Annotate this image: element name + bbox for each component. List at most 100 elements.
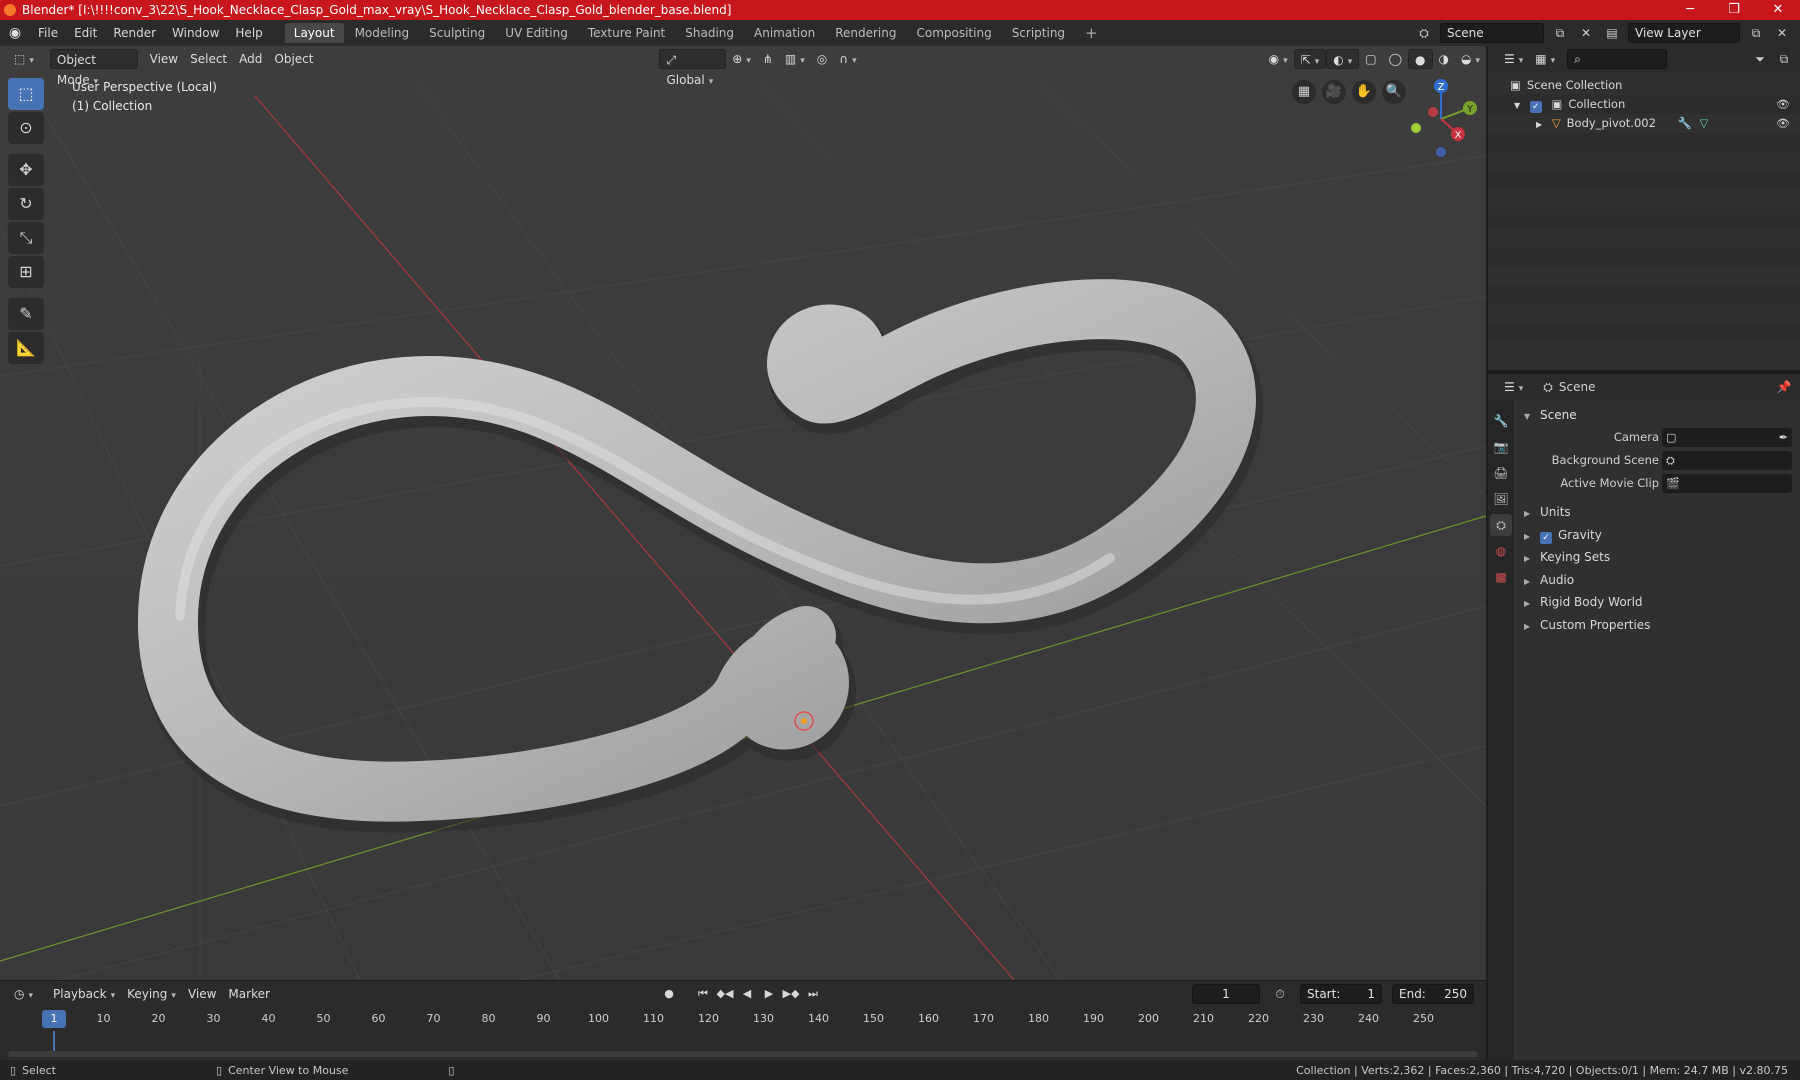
- scene-browse-icon[interactable]: ⛭: [1414, 23, 1434, 43]
- prev-keyframe-icon[interactable]: ◆◀: [716, 984, 734, 1004]
- rigid-body-world-panel[interactable]: ▶ Rigid Body World: [1518, 591, 1796, 614]
- navigation-gizmo[interactable]: Z Y X: [1396, 74, 1486, 164]
- menu-timeline-view[interactable]: View: [182, 984, 222, 1004]
- next-keyframe-icon[interactable]: ▶◆: [782, 984, 800, 1004]
- menu-select[interactable]: Select: [184, 49, 233, 69]
- record-icon[interactable]: ●: [660, 984, 678, 1004]
- jump-end-icon[interactable]: ⏭: [804, 984, 822, 1004]
- tab-texture-paint[interactable]: Texture Paint: [579, 23, 674, 43]
- audio-panel[interactable]: ▶ Audio: [1518, 569, 1796, 592]
- minimize-button[interactable]: ─: [1668, 0, 1712, 20]
- rotate-tool-icon[interactable]: ↻: [8, 188, 44, 220]
- background-scene-field[interactable]: ⛭: [1662, 451, 1792, 470]
- menu-object[interactable]: Object: [268, 49, 319, 69]
- outliner-row-object[interactable]: ▶ ▽ Body_pivot.002 🔧 ▽ 👁: [1488, 114, 1800, 133]
- wireframe-shading-icon[interactable]: ◯: [1383, 49, 1408, 69]
- editor-type-icon[interactable]: ⬚ ▾: [8, 49, 40, 69]
- tab-shading[interactable]: Shading: [676, 23, 743, 43]
- outliner-editor-type-icon[interactable]: ☰ ▾: [1498, 49, 1529, 69]
- transform-tool-icon[interactable]: ⊞: [8, 256, 44, 288]
- modifier-wrench-icon[interactable]: 🔧: [1678, 116, 1692, 130]
- tab-uv-editing[interactable]: UV Editing: [496, 23, 577, 43]
- pin-icon[interactable]: 📌: [1774, 377, 1794, 397]
- select-box-tool-icon[interactable]: ⬚: [8, 78, 44, 110]
- menu-marker[interactable]: Marker: [222, 984, 275, 1004]
- current-frame-indicator[interactable]: 1: [42, 1010, 66, 1028]
- camera-field[interactable]: ▢ ✒: [1662, 428, 1792, 447]
- gizmo-neg-z-icon[interactable]: [1436, 147, 1446, 157]
- jump-start-icon[interactable]: ⏮: [694, 984, 712, 1004]
- timeline-scrollbar[interactable]: [8, 1051, 1478, 1057]
- add-workspace-icon[interactable]: +: [1076, 21, 1107, 45]
- timeline-ruler[interactable]: 10 20 30 40 50 60 70 80 90 100 110 120 130 140 150 160 1…: [0, 1009, 1486, 1031]
- tab-compositing[interactable]: Compositing: [907, 23, 1000, 43]
- scene-panel-header[interactable]: ▼ Scene: [1518, 404, 1796, 426]
- visibility-icon[interactable]: ◉ ▾: [1263, 49, 1294, 69]
- mesh-data-icon[interactable]: ▽: [1700, 116, 1709, 130]
- play-reverse-icon[interactable]: ◀: [738, 984, 756, 1004]
- delete-scene-icon[interactable]: ✕: [1576, 23, 1596, 43]
- scene-properties-tab-icon[interactable]: ⛭: [1490, 514, 1512, 536]
- preview-range-icon[interactable]: ⏱: [1270, 984, 1290, 1004]
- expand-object-icon[interactable]: ▶: [1536, 120, 1542, 129]
- falloff-icon[interactable]: ∩ ▾: [833, 49, 862, 69]
- display-mode-icon[interactable]: ▦ ▾: [1529, 49, 1561, 69]
- 3d-viewport[interactable]: ⬚ ▾ Object Mode ▾ View Select Add Object ⤢…: [0, 46, 1486, 980]
- tab-modeling[interactable]: Modeling: [346, 23, 419, 43]
- toggle-grid-view-icon[interactable]: ▦: [1292, 80, 1316, 104]
- world-properties-tab-icon[interactable]: ◍: [1490, 540, 1512, 562]
- object-visibility-eye-icon[interactable]: 👁: [1776, 114, 1790, 133]
- collection-visibility-eye-icon[interactable]: 👁: [1776, 95, 1790, 114]
- new-scene-icon[interactable]: ⧉: [1550, 23, 1570, 43]
- tab-layout[interactable]: Layout: [284, 23, 344, 43]
- menu-help[interactable]: Help: [227, 26, 270, 40]
- camera-view-icon[interactable]: 🎥: [1322, 80, 1346, 104]
- gizmo-neg-y-icon[interactable]: [1411, 123, 1421, 133]
- filter-icon[interactable]: ⏷: [1750, 49, 1770, 69]
- measure-tool-icon[interactable]: 📐: [8, 332, 44, 364]
- view-layer-properties-tab-icon[interactable]: 🖼: [1490, 488, 1512, 510]
- scene-name-field[interactable]: Scene: [1440, 23, 1544, 43]
- pivot-point-icon[interactable]: ⊕ ▾: [726, 49, 757, 69]
- new-view-layer-icon[interactable]: ⧉: [1746, 23, 1766, 43]
- collection-exclude-checkbox[interactable]: ✓: [1529, 101, 1542, 113]
- delete-view-layer-icon[interactable]: ✕: [1772, 23, 1792, 43]
- play-icon[interactable]: ▶: [760, 984, 778, 1004]
- mode-dropdown[interactable]: Object Mode ▾: [49, 49, 138, 87]
- tab-rendering[interactable]: Rendering: [826, 23, 905, 43]
- snap-icon[interactable]: ⋔: [757, 49, 779, 69]
- menu-file[interactable]: File: [30, 26, 66, 40]
- menu-window[interactable]: Window: [164, 26, 227, 40]
- menu-render[interactable]: Render: [105, 26, 164, 40]
- proportional-edit-icon[interactable]: ◎: [811, 49, 833, 69]
- custom-properties-panel[interactable]: ▶ Custom Properties: [1518, 614, 1796, 637]
- menu-playback[interactable]: Playback ▾: [47, 984, 121, 1004]
- outliner-search-input[interactable]: ⌕: [1567, 49, 1668, 69]
- tool-properties-tab-icon[interactable]: 🔧: [1490, 410, 1512, 432]
- texture-properties-tab-icon[interactable]: ▩: [1490, 566, 1512, 588]
- menu-keying[interactable]: Keying ▾: [121, 984, 182, 1004]
- active-movie-clip-field[interactable]: 🎬: [1662, 474, 1792, 493]
- gizmo-toggle-icon[interactable]: ⇱ ▾: [1293, 49, 1327, 69]
- view-layer-browse-icon[interactable]: ▤: [1602, 23, 1622, 43]
- units-panel[interactable]: ▶ Units: [1518, 501, 1796, 524]
- cursor-tool-icon[interactable]: ⊙: [8, 112, 44, 144]
- scale-tool-icon[interactable]: ⤡: [8, 222, 44, 254]
- new-collection-icon[interactable]: ⧉: [1774, 49, 1794, 69]
- overlays-toggle-icon[interactable]: ◐ ▾: [1326, 49, 1360, 69]
- tab-sculpting[interactable]: Sculpting: [420, 23, 494, 43]
- xray-toggle-icon[interactable]: ▢: [1359, 49, 1382, 69]
- timeline-editor-type-icon[interactable]: ◷ ▾: [8, 984, 39, 1004]
- menu-view[interactable]: View: [144, 49, 184, 69]
- menu-add[interactable]: Add: [233, 49, 268, 69]
- render-properties-tab-icon[interactable]: 📷: [1490, 436, 1512, 458]
- tab-animation[interactable]: Animation: [745, 23, 824, 43]
- move-tool-icon[interactable]: ✥: [8, 154, 44, 186]
- annotate-tool-icon[interactable]: ✎: [8, 298, 44, 330]
- properties-editor-type-icon[interactable]: ☰ ▾: [1498, 377, 1529, 397]
- material-shading-icon[interactable]: ◑: [1433, 49, 1455, 69]
- current-frame-field[interactable]: 1: [1192, 984, 1260, 1004]
- outliner-row-scene-collection[interactable]: ▣ Scene Collection: [1488, 76, 1800, 95]
- outliner-row-collection[interactable]: ▼ ✓ ▣ Collection 👁: [1488, 95, 1800, 114]
- tab-scripting[interactable]: Scripting: [1003, 23, 1074, 43]
